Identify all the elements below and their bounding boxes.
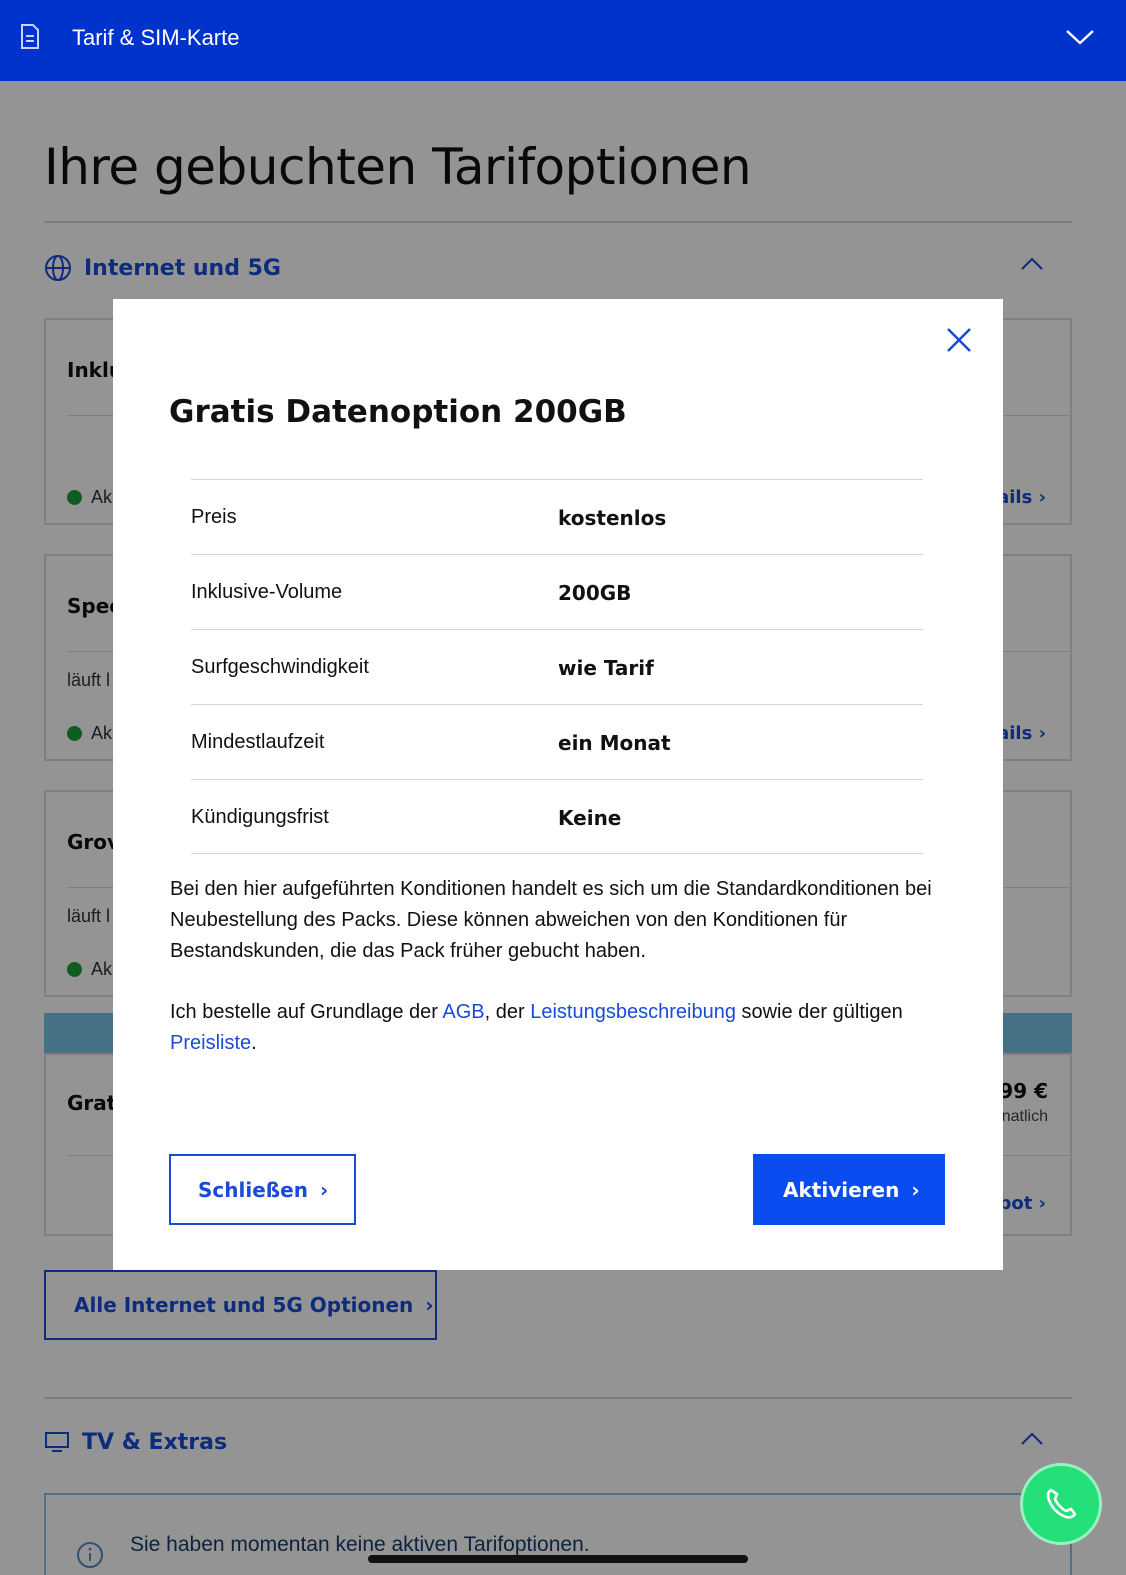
- order-text: , der: [484, 1001, 531, 1023]
- modal-title: Gratis Datenoption 200GB: [169, 394, 627, 430]
- order-text: Ich bestelle auf Grundlage der: [170, 1001, 443, 1023]
- table-row: Kündigungsfrist Keine: [191, 779, 923, 854]
- order-text: sowie der gültigen: [735, 1001, 903, 1023]
- table-row: Preis kostenlos: [191, 479, 923, 554]
- phone-icon: [1046, 1488, 1077, 1519]
- leistungsbeschreibung-link[interactable]: Leistungsbeschreibung: [530, 1001, 736, 1023]
- row-key: Inklusive-Volume: [191, 581, 343, 603]
- close-icon[interactable]: [945, 326, 973, 354]
- table-row: Inklusive-Volume 200GB: [191, 554, 923, 629]
- row-key: Preis: [191, 506, 237, 528]
- activate-button[interactable]: Aktivieren ›: [753, 1154, 945, 1225]
- row-value: ein Monat: [558, 731, 671, 755]
- preisliste-link[interactable]: Preisliste: [170, 1032, 251, 1054]
- modal-dialog: Gratis Datenoption 200GB Preis kostenlos…: [113, 299, 1003, 1270]
- chevron-right-icon: ›: [911, 1177, 920, 1202]
- conditions-table: Preis kostenlos Inklusive-Volume 200GB S…: [191, 479, 923, 854]
- agb-link[interactable]: AGB: [442, 1001, 484, 1023]
- table-row: Mindestlaufzeit ein Monat: [191, 704, 923, 779]
- disclaimer-text: Bei den hier aufgeführten Konditionen ha…: [170, 878, 932, 962]
- home-indicator[interactable]: [368, 1555, 748, 1563]
- top-bar[interactable]: Tarif & SIM-Karte: [0, 0, 1126, 81]
- chevron-right-icon: ›: [319, 1177, 329, 1202]
- chevron-down-icon[interactable]: [1065, 27, 1095, 47]
- row-value: Keine: [558, 806, 622, 830]
- header-title: Tarif & SIM-Karte: [72, 25, 240, 50]
- table-row: Surfgeschwindigkeit wie Tarif: [191, 629, 923, 704]
- row-key: Kündigungsfrist: [191, 806, 329, 828]
- row-key: Surfgeschwindigkeit: [191, 656, 369, 678]
- close-button-label: Schließen: [198, 1177, 308, 1202]
- row-value: kostenlos: [558, 506, 667, 530]
- close-button[interactable]: Schließen ›: [169, 1154, 356, 1225]
- call-button[interactable]: [1020, 1463, 1102, 1545]
- activate-button-label: Aktivieren: [783, 1177, 900, 1202]
- order-text: .: [251, 1032, 257, 1054]
- row-value: 200GB: [558, 581, 632, 605]
- row-value: wie Tarif: [558, 656, 654, 680]
- document-icon: [21, 24, 39, 49]
- row-key: Mindestlaufzeit: [191, 731, 325, 753]
- order-terms-text: Ich bestelle auf Grundlage der AGB, der …: [170, 997, 960, 1059]
